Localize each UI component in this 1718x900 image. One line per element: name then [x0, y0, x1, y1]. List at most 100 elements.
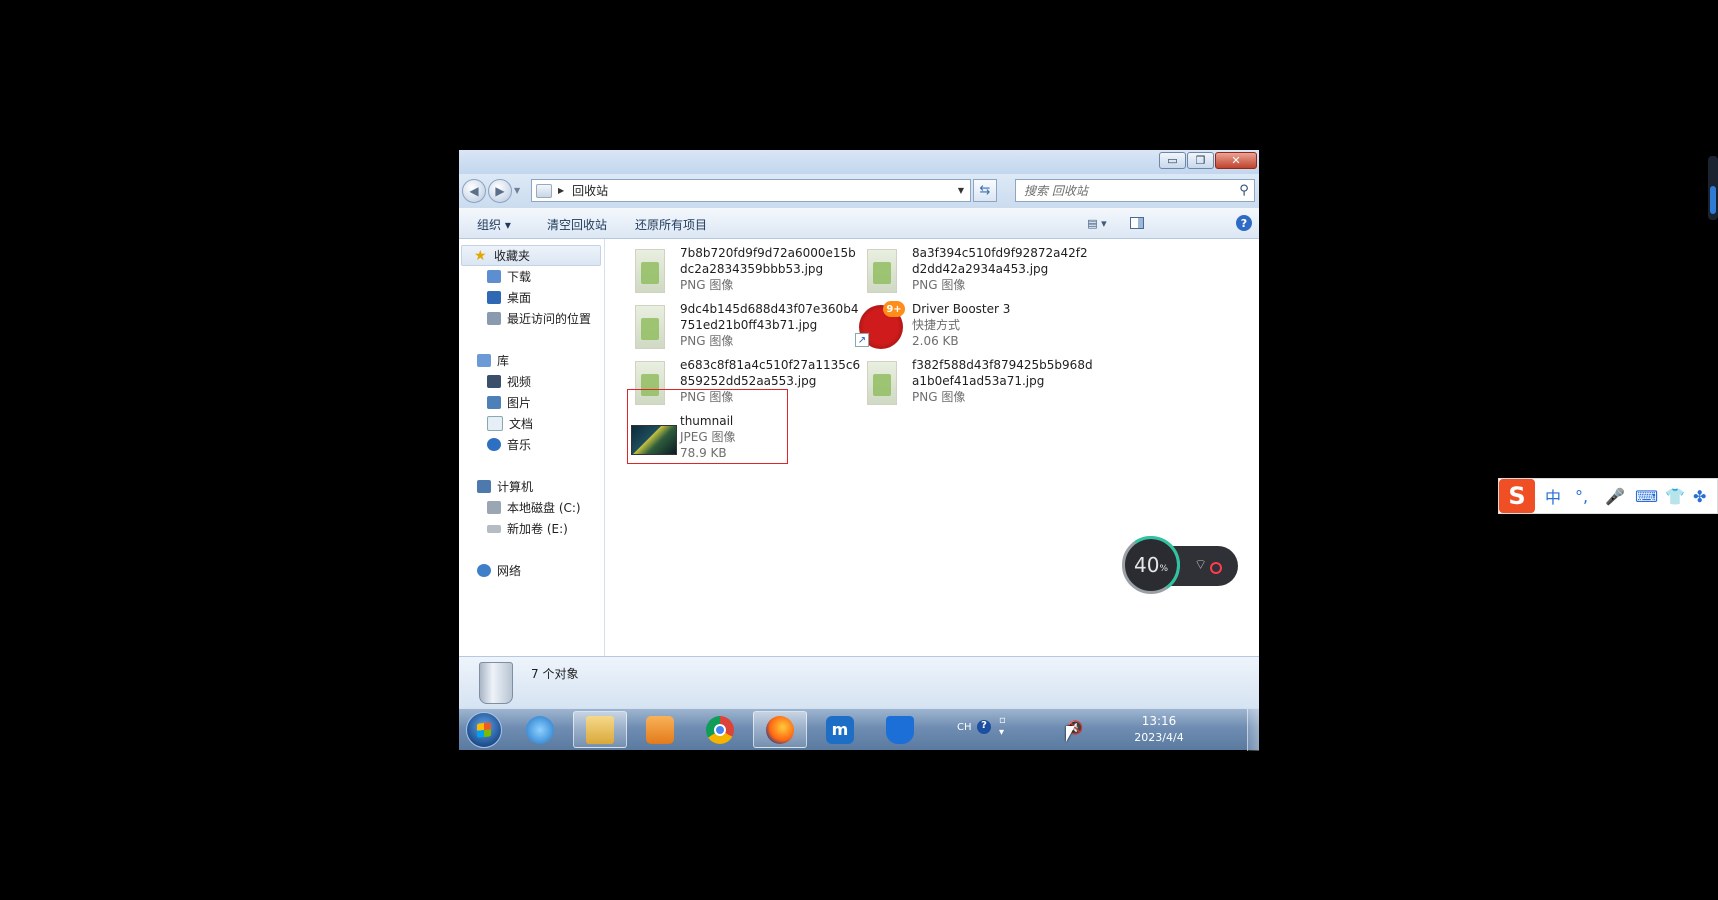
taskbar-media-player[interactable] — [633, 711, 687, 748]
file-name: e683c8f81a4c510f27a1135c6859252dd52aa553… — [680, 358, 861, 388]
preview-pane-icon[interactable] — [1127, 214, 1147, 232]
maxthon-icon: m — [826, 715, 854, 744]
recent-pages-dropdown-icon[interactable]: ▼ — [514, 186, 520, 195]
nav-item-pictures[interactable]: 图片 — [487, 392, 531, 413]
documents-icon — [487, 416, 503, 431]
back-button[interactable]: ◀ — [462, 179, 486, 203]
recycle-bin-small-icon — [536, 183, 552, 198]
local-disk-icon — [487, 501, 501, 514]
nav-item-recent-places[interactable]: 最近访问的位置 — [487, 308, 591, 329]
clock-date[interactable]: 2023/4/4 — [1127, 731, 1191, 744]
star-icon: ★ — [474, 247, 487, 264]
file-type: PNG 图像 — [912, 390, 966, 404]
nav-item-videos[interactable]: 视频 — [487, 371, 531, 392]
sogou-logo-icon[interactable]: S — [1499, 479, 1535, 513]
nav-item-documents[interactable]: 文档 — [487, 413, 533, 434]
nav-favorites[interactable]: ★ 收藏夹 — [461, 245, 601, 266]
mouse-cursor-icon — [1066, 726, 1075, 742]
nav-item-music[interactable]: 音乐 — [487, 434, 531, 455]
close-button[interactable]: ✕ — [1215, 152, 1257, 169]
search-box[interactable]: 搜索 回收站 ⚲ — [1015, 179, 1255, 202]
taskbar-maxthon[interactable]: m — [813, 711, 867, 748]
restore-all-button[interactable]: 还原所有项目 — [635, 216, 707, 233]
organize-button[interactable]: 组织 ▾ — [477, 216, 511, 233]
edge-scroll-indicator[interactable] — [1708, 156, 1718, 220]
nav-network[interactable]: 网络 — [477, 560, 521, 581]
skin-icon[interactable]: 👕 — [1665, 485, 1685, 507]
file-name: 9dc4b145d688d43f07e360b4751ed21b0ff43b71… — [680, 302, 859, 332]
nav-item-downloads[interactable]: 下载 — [487, 266, 531, 287]
show-hidden-icons-icon[interactable]: ▫ — [999, 715, 1006, 726]
nav-label: 桌面 — [507, 291, 532, 305]
file-item[interactable]: 9+ ↗ Driver Booster 3 快捷方式 2.06 KB — [855, 301, 1095, 357]
png-thumbnail-icon — [635, 249, 665, 293]
ime-mode-chinese[interactable]: 中 — [1545, 485, 1561, 507]
file-name: Driver Booster 3 — [912, 302, 1011, 316]
refresh-button[interactable]: ⇆ — [973, 179, 997, 202]
help-icon[interactable]: ? — [1235, 214, 1253, 232]
taskbar-firefox[interactable] — [753, 711, 807, 748]
address-bar[interactable]: ▶ 回收站 ▼ — [531, 179, 971, 202]
search-icon[interactable]: ⚲ — [1234, 183, 1254, 198]
toolbox-icon[interactable]: ✤ — [1693, 485, 1706, 507]
recent-places-icon — [487, 312, 501, 325]
media-player-icon — [646, 715, 674, 744]
maximize-button[interactable]: ❐ — [1187, 152, 1214, 169]
nav-label: 新加卷 (E:) — [507, 522, 568, 536]
internet-explorer-icon — [526, 715, 554, 744]
nav-item-desktop[interactable]: 桌面 — [487, 287, 531, 308]
file-item[interactable]: f382f588d43f879425b5b968da1b0ef41ad53a71… — [855, 357, 1095, 413]
nav-label: 下载 — [507, 270, 532, 284]
keyboard-icon[interactable]: ⌨ — [1635, 485, 1658, 507]
ime-punctuation[interactable]: °, — [1575, 485, 1588, 507]
empty-recycle-bin-button[interactable]: 清空回收站 — [547, 216, 607, 233]
taskbar-chrome[interactable] — [693, 711, 747, 748]
nav-item-drive-c[interactable]: 本地磁盘 (C:) — [487, 497, 581, 518]
search-placeholder[interactable]: 搜索 回收站 — [1016, 182, 1234, 199]
minimize-button[interactable]: ▭ — [1159, 152, 1186, 169]
png-thumbnail-icon — [867, 361, 897, 405]
file-name: f382f588d43f879425b5b968da1b0ef41ad53a71… — [912, 358, 1093, 388]
language-indicator[interactable]: CH — [957, 722, 972, 733]
address-dropdown-icon[interactable]: ▼ — [952, 186, 970, 195]
file-name: 7b8b720fd9f9d72a6000e15bdc2a2834359bbb53… — [680, 246, 856, 276]
title-bar[interactable]: ▭ ❐ ✕ — [459, 150, 1259, 174]
nav-label: 文档 — [509, 417, 534, 431]
show-desktop-button[interactable] — [1247, 709, 1259, 751]
file-item[interactable]: 7b8b720fd9f9d72a6000e15bdc2a2834359bbb53… — [623, 245, 863, 301]
nav-label: 收藏夹 — [494, 249, 531, 263]
file-type: PNG 图像 — [680, 334, 734, 348]
taskbar-internet-explorer[interactable] — [513, 711, 567, 748]
microphone-icon[interactable]: 🎤 — [1605, 485, 1625, 507]
music-icon — [487, 438, 501, 451]
change-view-icon[interactable]: ▤ ▾ — [1077, 214, 1117, 232]
help-tray-icon[interactable]: ? — [977, 720, 991, 734]
nav-label: 本地磁盘 (C:) — [507, 501, 581, 515]
tray-expand-icon[interactable]: ▾ — [999, 727, 1004, 738]
nav-computer[interactable]: 计算机 — [477, 476, 533, 497]
navigation-pane: ★ 收藏夹 下载 桌面 最近访问的位置 库 视频 图片 文档 音乐 计算机 本地… — [459, 239, 605, 656]
breadcrumb-location[interactable]: 回收站 — [572, 182, 952, 199]
recycle-bin-icon — [479, 662, 513, 704]
taskbar-windows-explorer[interactable] — [573, 711, 627, 748]
folder-icon — [586, 715, 614, 744]
navigation-bar: ◀ ▶ ▼ ▶ 回收站 ▼ ⇆ 搜索 回收站 ⚲ — [459, 174, 1259, 208]
taskbar: m CH ? ▫ ▾ 🔇 13:16 2023/4/4 — [459, 708, 1259, 751]
nav-label: 计算机 — [497, 480, 534, 494]
network-speed-widget[interactable]: 40% ⌔ — [1117, 531, 1240, 599]
notification-badge: 9+ — [883, 301, 905, 317]
forward-button[interactable]: ▶ — [488, 179, 512, 203]
chrome-icon — [706, 715, 734, 744]
nav-label: 网络 — [497, 564, 522, 578]
nav-item-drive-e[interactable]: 新加卷 (E:) — [487, 518, 568, 539]
wifi-blocked-icon — [1210, 562, 1222, 574]
file-item[interactable]: 9dc4b145d688d43f07e360b4751ed21b0ff43b71… — [623, 301, 863, 357]
start-button[interactable] — [466, 712, 502, 748]
taskbar-security[interactable] — [873, 711, 927, 748]
file-type: PNG 图像 — [912, 278, 966, 292]
file-item[interactable]: 8a3f394c510fd9f92872a42f2d2dd42a2934a453… — [855, 245, 1095, 301]
breadcrumb-arrow-icon[interactable]: ▶ — [558, 186, 564, 195]
usage-arc — [1117, 531, 1185, 599]
nav-libraries[interactable]: 库 — [477, 350, 509, 371]
clock-time[interactable]: 13:16 — [1129, 714, 1189, 728]
